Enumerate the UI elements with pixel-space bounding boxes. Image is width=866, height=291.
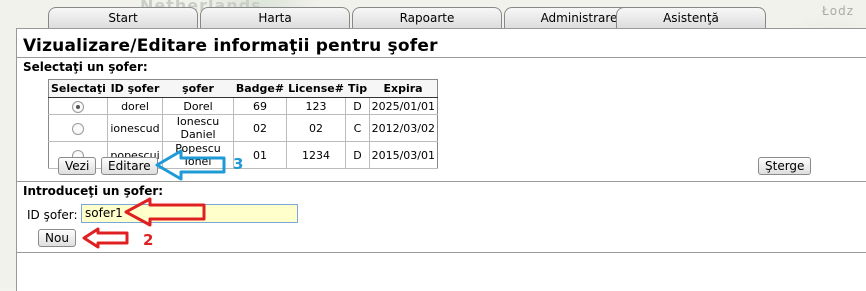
driver-id-cell: ionescud [107, 114, 163, 142]
driver-name-cell: Ionescu Daniel [161, 114, 234, 142]
driver-id-input[interactable]: sofer1 [81, 204, 298, 223]
new-button[interactable]: Nou [38, 229, 76, 247]
driver-name-cell: Dorel [161, 97, 234, 115]
tip-cell: D [345, 141, 370, 169]
row-radio-button[interactable] [72, 122, 85, 135]
tab-rapoarte[interactable]: Rapoarte [352, 7, 502, 29]
driver-id-label: ID şofer: [27, 208, 78, 222]
table-header-row: Selectaţi ID şofer şofer Badge# License#… [48, 79, 438, 98]
row-select-cell [48, 114, 108, 142]
license-cell: 02 [285, 114, 346, 142]
edit-button[interactable]: Editare [101, 157, 158, 175]
column-header-badge: Badge# [233, 79, 287, 98]
page-title: Vizualizare/Editare informaţii pentru şo… [23, 36, 438, 56]
row-select-cell [48, 97, 108, 115]
driver-edit-panel: Vizualizare/Editare informaţii pentru şo… [16, 28, 866, 291]
license-cell: 123 [285, 97, 346, 115]
column-header-name: şofer [162, 79, 234, 98]
expira-cell: 2025/01/01 [368, 97, 438, 115]
annotation-number-2: 2 [143, 231, 154, 249]
select-driver-label: Selectaţi un şofer: [23, 60, 148, 74]
row-radio-button[interactable] [72, 100, 85, 113]
column-header-license: License# [286, 79, 346, 98]
column-header-select: Selectaţi [48, 79, 108, 98]
enter-driver-label: Introduceţi un şofer: [23, 184, 164, 198]
badge-cell: 02 [233, 114, 287, 142]
driver-name-cell: Popescu Ionel [161, 141, 234, 169]
table-row[interactable]: ionescud Ionescu Daniel 02 02 C 2012/03/… [48, 114, 438, 142]
annotation-number-3: 3 [233, 155, 244, 173]
divider [17, 57, 866, 58]
driver-id-cell: dorel [107, 97, 163, 115]
license-cell: 1234 [285, 141, 346, 169]
table-row[interactable]: dorel Dorel 69 123 D 2025/01/01 [48, 97, 438, 115]
delete-button[interactable]: Şterge [758, 157, 812, 175]
expira-cell: 2015/03/01 [368, 141, 438, 169]
badge-cell: 69 [233, 97, 287, 115]
tab-harta[interactable]: Harta [200, 7, 350, 29]
column-header-expira: Expira [369, 79, 438, 98]
tab-start[interactable]: Start [48, 7, 198, 29]
expira-cell: 2012/03/02 [368, 114, 438, 142]
map-label-lodz: Łodz [822, 4, 855, 18]
tip-cell: C [345, 114, 370, 142]
tip-cell: D [345, 97, 370, 115]
divider [17, 181, 866, 182]
tab-asistenta[interactable]: Asistenţă [616, 7, 766, 29]
column-header-tip: Tip [345, 79, 370, 98]
divider [17, 252, 866, 253]
view-button[interactable]: Vezi [58, 157, 97, 175]
main-tabs: Start Harta Rapoarte Administrare Asiste… [16, 7, 776, 29]
column-header-id: ID şofer [107, 79, 163, 98]
